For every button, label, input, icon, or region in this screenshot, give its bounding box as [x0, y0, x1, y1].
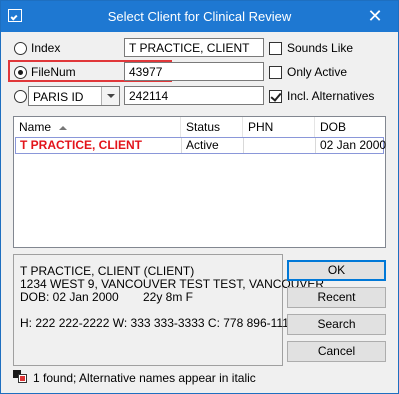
cancel-button[interactable]: Cancel	[287, 341, 386, 362]
sounds-like-checkbox[interactable]	[269, 42, 282, 55]
details-age-sex: 22y 8m F	[143, 290, 194, 304]
row-status: Active	[182, 138, 244, 153]
column-header-dob[interactable]: DOB	[315, 117, 385, 137]
details-address: 1234 WEST 9, VANCOUVER TEST TEST, VANCOU…	[20, 277, 325, 291]
index-label: Index	[31, 41, 61, 55]
only-active-checkbox[interactable]	[269, 66, 282, 79]
chevron-down-icon[interactable]	[101, 87, 119, 105]
details-name: T PRACTICE, CLIENT (CLIENT)	[20, 264, 195, 278]
column-header-name[interactable]: Name	[14, 117, 181, 137]
incl-alternatives-checkbox[interactable]	[269, 90, 282, 103]
filenum-label: FileNum	[31, 65, 76, 79]
window-title: Select Client for Clinical Review	[107, 9, 292, 24]
ok-button[interactable]: OK	[287, 260, 386, 281]
incl-alternatives-label: Incl. Alternatives	[287, 89, 375, 103]
index-radio[interactable]	[14, 42, 27, 55]
results-list[interactable]: Name Status PHN DOB T PRACTICE, CLIENT A…	[13, 116, 386, 248]
results-header: Name Status PHN DOB	[14, 117, 385, 137]
row-name: T PRACTICE, CLIENT	[16, 138, 182, 153]
details-dob: DOB: 02 Jan 2000	[20, 290, 119, 304]
filenum-field[interactable]: 43977	[124, 62, 264, 81]
column-header-phn[interactable]: PHN	[243, 117, 315, 137]
id-type-selected: PARIS ID	[33, 90, 84, 104]
status-text: 1 found; Alternative names appear in ita…	[33, 371, 256, 385]
search-button[interactable]: Search	[287, 314, 386, 335]
recent-button[interactable]: Recent	[287, 287, 386, 308]
client-details-panel: T PRACTICE, CLIENT (CLIENT) 1234 WEST 9,…	[13, 254, 324, 366]
only-active-label: Only Active	[287, 65, 348, 79]
paris-id-radio[interactable]	[14, 90, 27, 103]
id-type-dropdown[interactable]: PARIS ID	[28, 86, 120, 106]
dialog-window: Select Client for Clinical Review ✕ Inde…	[0, 0, 399, 394]
sort-ascending-icon	[59, 125, 68, 130]
row-dob: 02 Jan 2000	[320, 138, 387, 152]
table-row[interactable]: T PRACTICE, CLIENT Active 02 Jan 2000	[15, 137, 387, 154]
title-bar[interactable]: Select Client for Clinical Review ✕	[1, 1, 398, 32]
filenum-radio[interactable]	[14, 66, 27, 79]
paris-id-field[interactable]: 242114	[124, 86, 264, 105]
close-button[interactable]: ✕	[352, 1, 398, 32]
lookup-status-icon	[13, 370, 27, 383]
column-name-label: Name	[19, 120, 52, 134]
details-phones: H: 222 222-2222 W: 333 333-3333 C: 778 8…	[20, 316, 295, 330]
index-field[interactable]: T PRACTICE, CLIENT	[124, 38, 264, 57]
row-phn	[244, 138, 316, 153]
sounds-like-label: Sounds Like	[287, 41, 354, 55]
column-header-status[interactable]: Status	[181, 117, 243, 137]
